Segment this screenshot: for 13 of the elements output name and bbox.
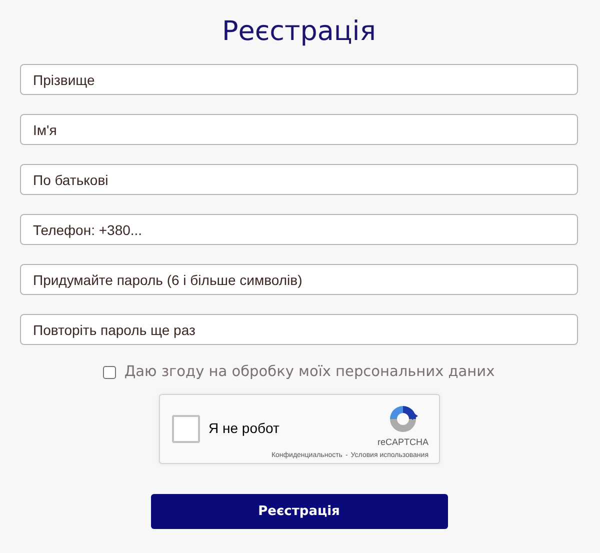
input-field[interactable]: По батькові [20, 164, 578, 195]
register-button[interactable]: Реєстрація [150, 494, 448, 529]
captcha-brand: reCAPTCHA [377, 437, 428, 447]
input-field[interactable]: Ім'я [20, 114, 578, 145]
input-field[interactable]: Повторіть пароль ще раз [20, 314, 578, 345]
captcha-checkbox[interactable] [172, 415, 200, 443]
consent-checkbox[interactable] [103, 366, 116, 378]
consent-label: Даю згоду на обробку моїх персональних даних [124, 364, 495, 380]
captcha-label: Я не робот [208, 420, 280, 436]
input-field[interactable]: Придумайте пароль (6 і більше символів) [20, 264, 578, 295]
input-field[interactable]: Прізвище [20, 64, 578, 95]
input-field[interactable]: Телефон: +380... [20, 214, 578, 245]
form-title: Реєстрація [222, 15, 376, 49]
